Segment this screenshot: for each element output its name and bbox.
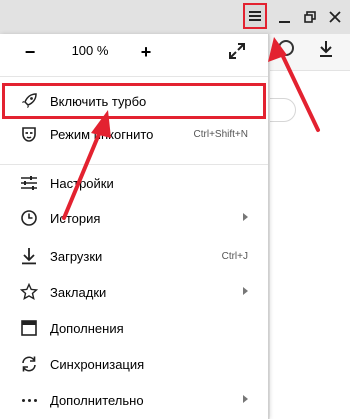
menu-item-label: Режим инкогнито: [50, 126, 154, 142]
restore-button[interactable]: [297, 4, 323, 30]
submenu-arrow-icon: [243, 287, 248, 295]
menu-item-label: Синхронизация: [50, 356, 145, 372]
sync-icon: [20, 355, 38, 373]
rocket-icon: [20, 92, 38, 110]
close-button[interactable]: [322, 4, 348, 30]
menu-item-label: Закладки: [50, 284, 107, 300]
extensions-icon: [20, 319, 38, 337]
browser-menu-button[interactable]: [243, 3, 267, 29]
search-field-edge[interactable]: [270, 98, 296, 122]
downloads-toolbar-icon[interactable]: [318, 40, 334, 58]
menu-item-settings[interactable]: Настройки: [0, 165, 268, 201]
shortcut-hint: Ctrl+Shift+N: [193, 128, 248, 140]
download-icon: [20, 247, 38, 265]
zoom-controls: − 100 % +: [0, 34, 268, 70]
restore-icon: [304, 11, 316, 23]
menu-item-turbo[interactable]: Включить турбо: [2, 83, 266, 119]
menu-item-downloads[interactable]: Загрузки Ctrl+J: [0, 238, 268, 274]
menu-item-history[interactable]: История: [0, 200, 268, 236]
profile-icon[interactable]: [278, 40, 294, 56]
star-icon: [20, 283, 38, 301]
menu-item-more[interactable]: Дополнительно: [0, 382, 268, 418]
history-clock-icon: [20, 209, 38, 227]
zoom-in-button[interactable]: +: [136, 42, 156, 62]
zoom-out-button[interactable]: −: [20, 42, 40, 62]
zoom-level: 100 %: [71, 43, 109, 58]
submenu-arrow-icon: [243, 395, 248, 403]
hamburger-icon: [249, 11, 261, 21]
divider: [0, 76, 268, 77]
fullscreen-icon[interactable]: [228, 42, 246, 60]
menu-item-incognito[interactable]: Режим инкогнито Ctrl+Shift+N: [0, 116, 268, 152]
menu-item-sync[interactable]: Синхронизация: [0, 346, 268, 382]
browser-menu: − 100 % + Включить турбо Режим инкогнито: [0, 34, 269, 419]
minimize-button[interactable]: [271, 4, 297, 30]
minimize-icon: [278, 21, 290, 23]
menu-item-label: Настройки: [50, 175, 114, 191]
shortcut-hint: Ctrl+J: [221, 250, 248, 262]
submenu-arrow-icon: [243, 213, 248, 221]
more-dots-icon: [20, 391, 38, 409]
menu-item-label: Загрузки: [50, 248, 103, 264]
menu-item-label: История: [50, 210, 101, 226]
page-area: [270, 34, 350, 419]
menu-item-bookmarks[interactable]: Закладки: [0, 274, 268, 310]
incognito-mask-icon: [20, 125, 38, 143]
menu-item-extensions[interactable]: Дополнения: [0, 310, 268, 346]
settings-sliders-icon: [20, 174, 38, 192]
menu-item-label: Дополнения: [50, 320, 124, 336]
close-icon: [329, 11, 341, 23]
menu-item-label: Включить турбо: [50, 93, 147, 109]
menu-item-label: Дополнительно: [50, 392, 144, 408]
